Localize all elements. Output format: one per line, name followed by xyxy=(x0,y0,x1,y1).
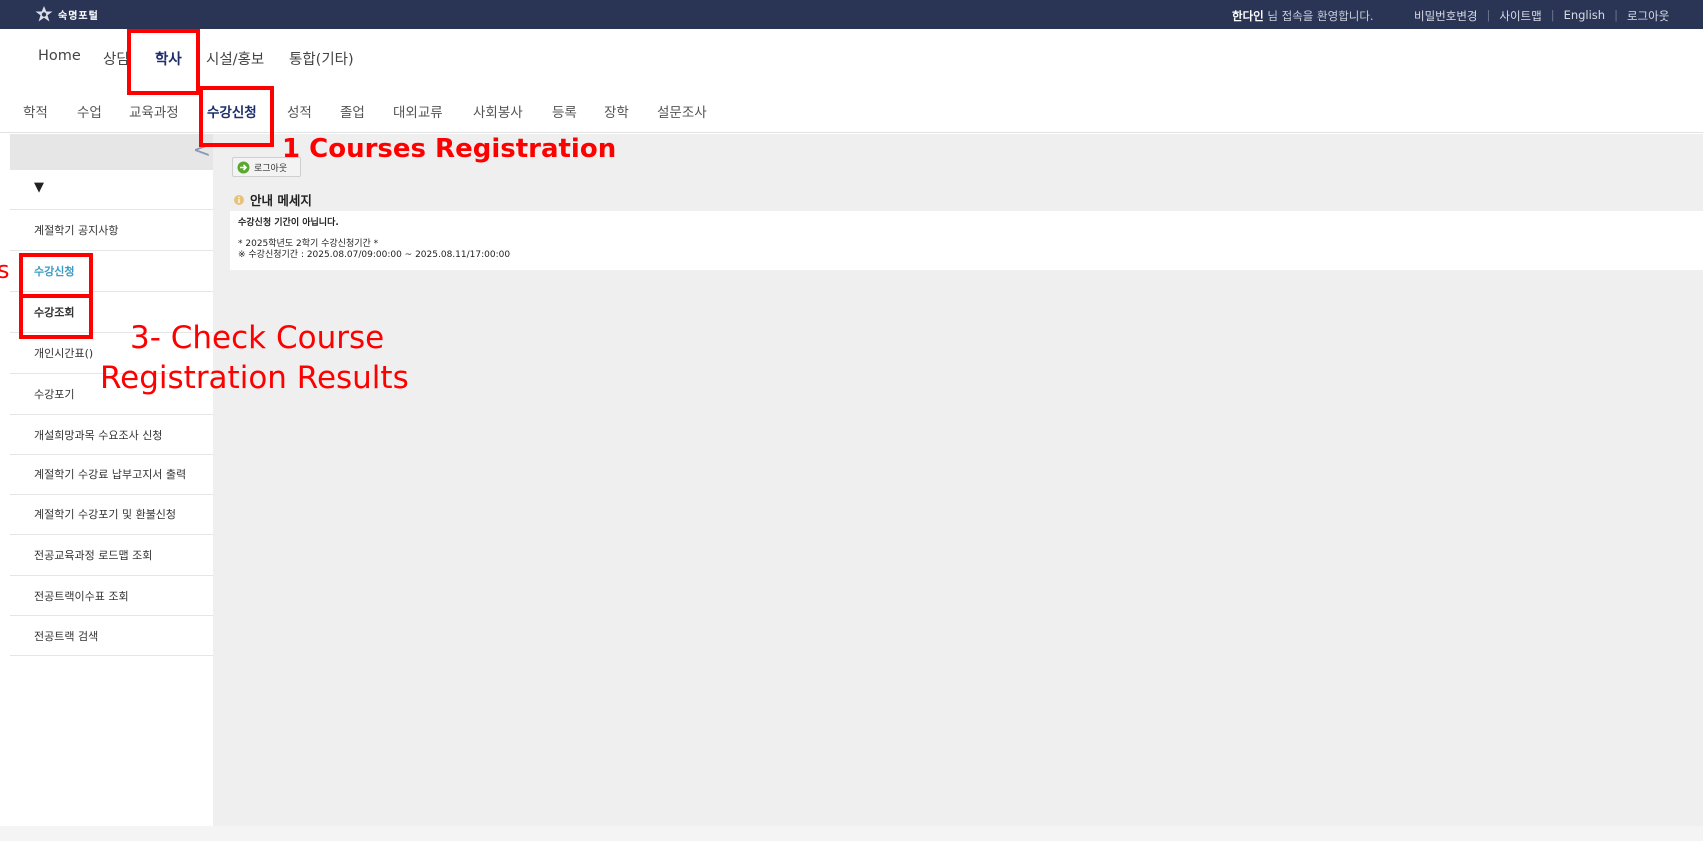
tab-grades[interactable]: 성적 xyxy=(287,101,312,121)
separator: | xyxy=(1550,8,1555,22)
separator: | xyxy=(1614,8,1618,22)
info-icon xyxy=(234,194,244,205)
message-title-text: 안내 메세지 xyxy=(250,193,312,208)
tab-classes[interactable]: 수업 xyxy=(77,101,102,121)
sidebar-item-major-roadmap[interactable]: 전공교육과정 로드맵 조회 xyxy=(10,535,213,576)
tab-external-exchange[interactable]: 대외교류 xyxy=(393,101,443,121)
annotation-box-course-registration-tab xyxy=(199,86,274,147)
annotation-label-3-line1: 3- Check Course xyxy=(130,320,385,356)
main-menu-counseling[interactable]: 상담 xyxy=(103,48,130,69)
tab-academic-records[interactable]: 학적 xyxy=(23,101,48,121)
tab-scholarship[interactable]: 장학 xyxy=(604,101,629,121)
portal-logo-text: 숙명포털 xyxy=(58,10,99,22)
sidebar-item-seasonal-notice[interactable]: 계절학기 공지사항 xyxy=(10,210,213,251)
main-menu: Home 상담 학사 시설/홍보 통합(기타) xyxy=(0,29,1703,86)
sidebar-header: < xyxy=(10,134,213,170)
english-link[interactable]: English xyxy=(1564,8,1606,24)
sidebar: < ▼ 계절학기 공지사항 수강신청 수강조회 개인시간표() 수강포기 개설희… xyxy=(10,134,213,826)
change-password-link[interactable]: 비밀번호변경 xyxy=(1414,8,1477,24)
welcome-suffix: 님 접속을 환영합니다. xyxy=(1267,9,1374,23)
user-name: 한다인 xyxy=(1232,9,1264,23)
logout-arrow-icon xyxy=(237,161,250,173)
sidebar-item-tuition-bill[interactable]: 계절학기 수강료 납부고지서 출력 xyxy=(10,455,213,495)
message-line-1: 수강신청 기간이 아닙니다. xyxy=(238,218,339,228)
tab-graduation[interactable]: 졸업 xyxy=(340,101,365,121)
message-line-3: ※ 수강신청기간 : 2025.08.07/09:00:00 ~ 2025.08… xyxy=(238,250,511,260)
sidebar-item-major-track-search[interactable]: 전공트랙 검색 xyxy=(10,616,213,656)
message-line-2: * 2025학년도 2학기 수강신청기간 * xyxy=(238,239,379,249)
annotation-box-sidebar-inquiry xyxy=(19,294,93,339)
tab-survey[interactable]: 설문조사 xyxy=(657,101,707,121)
top-bar: 숙명포털 한다인 님 접속을 환영합니다. 비밀번호변경 | 사이트맵 | En… xyxy=(0,0,1703,29)
sidebar-item-withdrawal-refund[interactable]: 계절학기 수강포기 및 환불신청 xyxy=(10,495,213,535)
main-menu-integrated[interactable]: 통합(기타) xyxy=(289,48,354,69)
annotation-label-2-fragment: s xyxy=(0,256,10,284)
portal-logo[interactable]: 숙명포털 xyxy=(34,5,99,23)
sidebar-item-demand-survey[interactable]: 개설희망과목 수요조사 신청 xyxy=(10,415,213,455)
logout-link[interactable]: 로그아웃 xyxy=(1627,8,1669,24)
welcome-message: 한다인 님 접속을 환영합니다. xyxy=(1232,8,1374,24)
main-menu-home[interactable]: Home xyxy=(38,48,81,64)
sidebar-item-major-track-table[interactable]: 전공트랙이수표 조회 xyxy=(10,576,213,616)
tab-community-service[interactable]: 사회봉사 xyxy=(473,101,523,121)
main-menu-facilities[interactable]: 시설/홍보 xyxy=(206,48,264,69)
annotation-box-academics xyxy=(127,29,200,95)
utility-links: 비밀번호변경 | 사이트맵 | English | 로그아웃 xyxy=(1414,8,1669,24)
annotation-label-3-line2: Registration Results xyxy=(100,360,409,396)
sidebar-toggle[interactable]: ▼ xyxy=(10,170,213,210)
footer-bar xyxy=(0,826,1703,841)
annotation-box-sidebar-registration xyxy=(19,253,93,298)
tab-curriculum[interactable]: 교육과정 xyxy=(129,101,179,121)
content-area: 로그아웃 안내 메세지 수강신청 기간이 아닙니다. * 2025학년도 2학기… xyxy=(213,134,1703,826)
annotation-label-1: 1 Courses Registration xyxy=(282,134,617,164)
sitemap-link[interactable]: 사이트맵 xyxy=(1499,8,1541,24)
separator: | xyxy=(1486,8,1491,22)
message-title: 안내 메세지 xyxy=(233,190,312,209)
star-emblem-icon xyxy=(35,6,53,22)
tab-registration[interactable]: 등록 xyxy=(552,101,577,121)
message-box: 수강신청 기간이 아닙니다. * 2025학년도 2학기 수강신청기간 * ※ … xyxy=(230,211,1703,270)
